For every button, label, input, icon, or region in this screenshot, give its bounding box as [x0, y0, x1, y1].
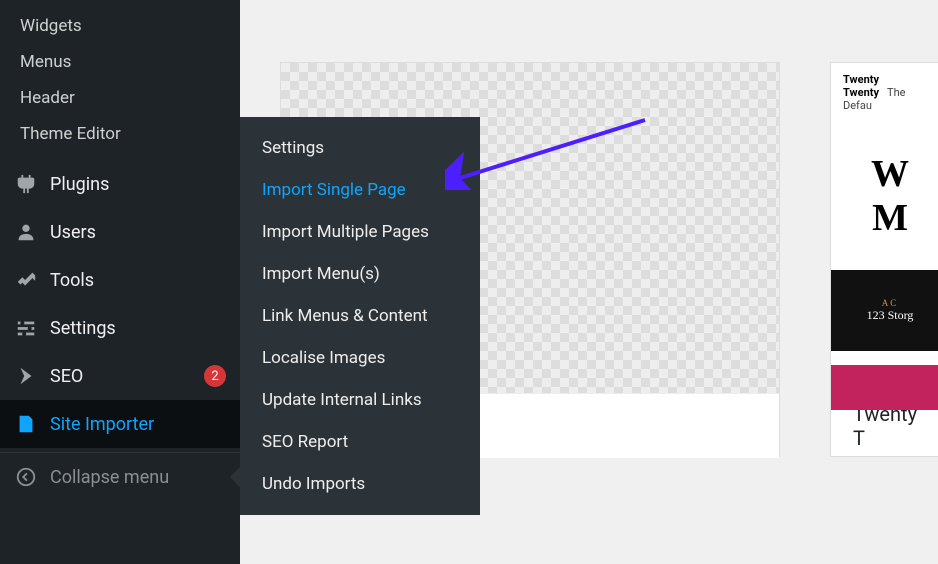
sidebar-item-label: Collapse menu — [50, 467, 226, 488]
sidebar-item-theme-editor[interactable]: Theme Editor — [0, 116, 240, 152]
sidebar-item-header[interactable]: Header — [0, 80, 240, 116]
sidebar-item-site-importer[interactable]: Site Importer — [0, 400, 240, 448]
theme-preview-eyebrow: AC — [845, 298, 935, 308]
sidebar-item-plugins[interactable]: Plugins — [0, 160, 240, 208]
collapse-icon — [14, 465, 38, 489]
theme-preview-bar — [831, 365, 938, 410]
sidebar-item-settings[interactable]: Settings — [0, 304, 240, 352]
sidebar-item-label: Site Importer — [50, 414, 226, 435]
flyout-item-settings[interactable]: Settings — [240, 127, 480, 169]
flyout-item-import-multiple-pages[interactable]: Import Multiple Pages — [240, 211, 480, 253]
flyout-item-update-internal-links[interactable]: Update Internal Links — [240, 379, 480, 421]
sidebar-item-widgets[interactable]: Widgets — [0, 8, 240, 44]
sidebar-item-tools[interactable]: Tools — [0, 256, 240, 304]
flyout-item-link-menus-content[interactable]: Link Menus & Content — [240, 295, 480, 337]
document-icon — [14, 412, 38, 436]
sidebar-item-label: Settings — [50, 318, 226, 339]
flyout-item-import-menus[interactable]: Import Menu(s) — [240, 253, 480, 295]
plugin-icon — [14, 172, 38, 196]
sidebar-collapse-menu[interactable]: Collapse menu — [0, 452, 240, 501]
admin-sidebar: Widgets Menus Header Theme Editor Plugin… — [0, 0, 240, 564]
sidebar-appearance-subitems: Widgets Menus Header Theme Editor — [0, 0, 240, 160]
sidebar-item-menus[interactable]: Menus — [0, 44, 240, 80]
flyout-item-seo-report[interactable]: SEO Report — [240, 421, 480, 463]
flyout-item-localise-images[interactable]: Localise Images — [240, 337, 480, 379]
sidebar-item-label: Plugins — [50, 174, 226, 195]
theme-thumbnail: Twenty TwentyThe Defau WM AC 123 Storg — [831, 63, 938, 393]
sidebar-item-label: Users — [50, 222, 226, 243]
seo-icon — [14, 364, 38, 388]
site-importer-flyout: Settings Import Single Page Import Multi… — [240, 117, 480, 515]
sidebar-item-label: Tools — [50, 270, 226, 291]
sidebar-item-users[interactable]: Users — [0, 208, 240, 256]
theme-preview-logo: Twenty Twenty — [843, 73, 879, 99]
theme-preview-hero: WM — [831, 122, 938, 270]
sidebar-item-seo[interactable]: SEO 2 — [0, 352, 240, 400]
theme-preview-address: 123 Storg — [845, 308, 935, 323]
theme-preview-header: Twenty TwentyThe Defau — [831, 63, 938, 122]
tools-icon — [14, 268, 38, 292]
flyout-item-undo-imports[interactable]: Undo Imports — [240, 463, 480, 505]
flyout-item-import-single-page[interactable]: Import Single Page — [240, 169, 480, 211]
theme-preview-block: AC 123 Storg — [831, 270, 938, 351]
notification-badge: 2 — [204, 365, 226, 387]
users-icon — [14, 220, 38, 244]
settings-icon — [14, 316, 38, 340]
sidebar-item-label: SEO — [50, 366, 196, 387]
theme-card[interactable]: Twenty TwentyThe Defau WM AC 123 Storg T… — [830, 62, 938, 457]
